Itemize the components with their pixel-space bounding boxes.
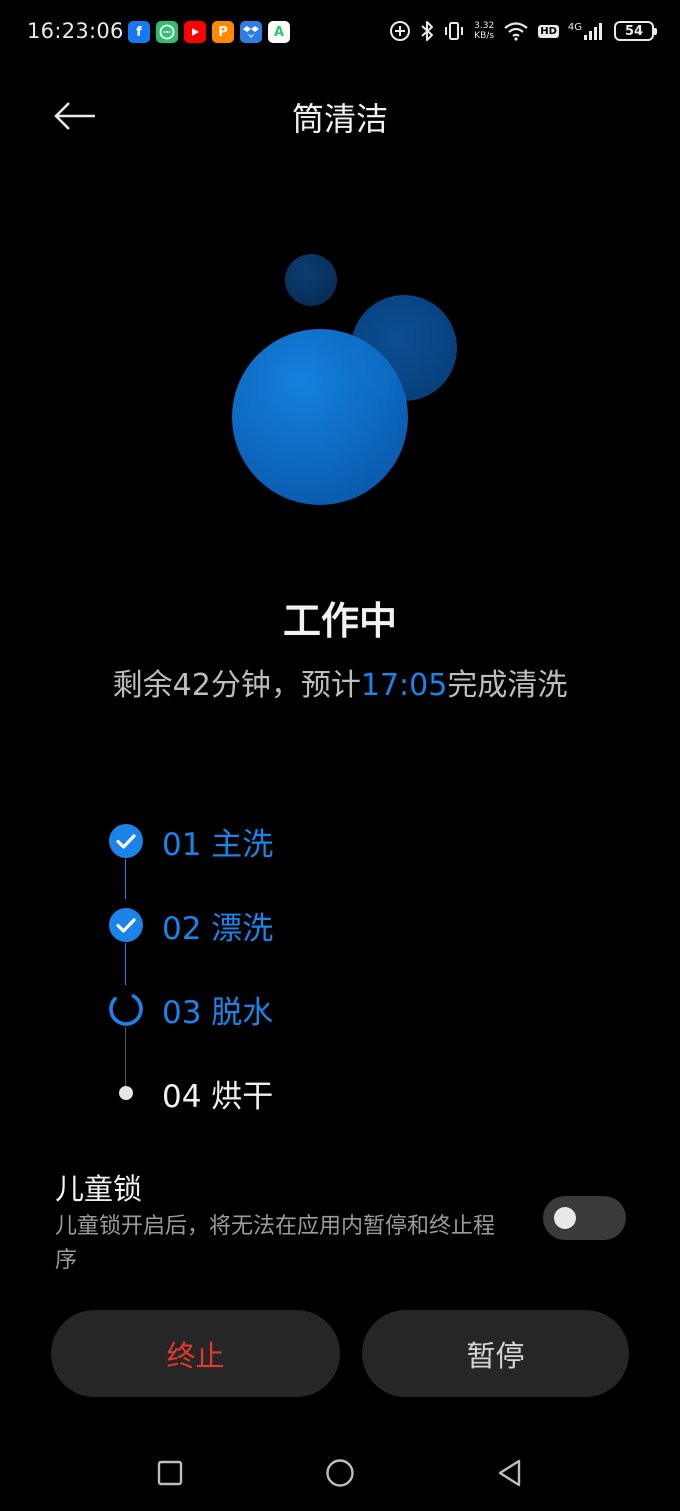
bubble-illustration-small: [285, 254, 337, 306]
youtube-app-icon: [184, 21, 206, 43]
pending-dot-icon: [100, 1067, 152, 1119]
child-lock-title: 儿童锁: [55, 1172, 143, 1206]
progress-spinner-icon: [100, 983, 152, 1035]
step-label: 01 主洗: [162, 826, 274, 863]
remaining-suffix: 完成清洗: [447, 668, 568, 703]
check-circle-icon: [100, 815, 152, 867]
stop-button[interactable]: 终止: [51, 1310, 340, 1397]
program-steps: 01 主洗 02 漂洗 03 脱水 04 烘干: [100, 815, 500, 1115]
nav-back-button[interactable]: [488, 1453, 532, 1493]
bubble-illustration-large: [232, 329, 408, 505]
step-label: 03 脱水: [162, 994, 274, 1031]
triangle-back-icon: [498, 1459, 521, 1487]
page-title: 筒清洁: [291, 100, 388, 138]
circle-icon: [326, 1459, 354, 1487]
signal-bars-icon: [584, 23, 602, 40]
step-item: 01 主洗: [100, 815, 500, 867]
status-time: 16:23:06: [27, 19, 124, 43]
step-label: 02 漂洗: [162, 910, 274, 947]
status-bar: 16:23:06 f P A 3.32 KB/s HD 4G 54: [0, 0, 680, 64]
check-circle-icon: [100, 899, 152, 951]
home-button[interactable]: [318, 1453, 362, 1493]
step-item: 04 烘干: [100, 1067, 500, 1119]
square-icon: [157, 1460, 183, 1486]
battery-level: 54: [624, 23, 644, 39]
toggle-knob: [554, 1207, 576, 1229]
cellular-signal: 4G: [568, 22, 605, 40]
recent-apps-button[interactable]: [148, 1453, 192, 1493]
vibrate-icon: [445, 22, 464, 40]
notification-icons: f P A: [128, 21, 290, 43]
net-speed-unit: KB/s: [474, 31, 495, 41]
pause-button[interactable]: 暂停: [362, 1310, 629, 1397]
payment-app-icon: P: [212, 21, 234, 43]
bluetooth-icon: [421, 21, 434, 41]
net-speed-value: 3.32: [474, 21, 495, 31]
remaining-time-text: 剩余42分钟，预计17:05完成清洗: [0, 660, 680, 704]
step-item: 02 漂洗: [100, 899, 500, 951]
step-label: 04 烘干: [162, 1078, 274, 1115]
wifi-icon: [504, 22, 528, 41]
store-app-icon: A: [268, 21, 290, 43]
network-type-label: 4G: [567, 22, 582, 33]
net-speed: 3.32 KB/s: [474, 21, 494, 41]
remaining-prefix: 剩余42分钟，预计: [112, 668, 361, 703]
dropbox-app-icon: [240, 21, 262, 43]
screen: 16:23:06 f P A 3.32 KB/s HD 4G 54 筒清洁 工作…: [0, 0, 680, 1511]
child-lock-toggle[interactable]: [543, 1196, 626, 1240]
child-lock-description: 儿童锁开启后，将无法在应用内暂停和终止程序: [55, 1214, 496, 1273]
data-saver-icon: [390, 21, 411, 41]
status-indicators: 3.32 KB/s HD 4G 54: [389, 17, 657, 45]
messages-app-icon: [156, 21, 178, 43]
finish-time: 17:05: [360, 668, 448, 703]
battery-indicator: 54: [614, 21, 657, 41]
hd-badge: HD: [538, 24, 559, 38]
step-item: 03 脱水: [100, 983, 500, 1035]
facebook-app-icon: f: [128, 21, 150, 43]
working-status-heading: 工作中: [282, 599, 397, 643]
